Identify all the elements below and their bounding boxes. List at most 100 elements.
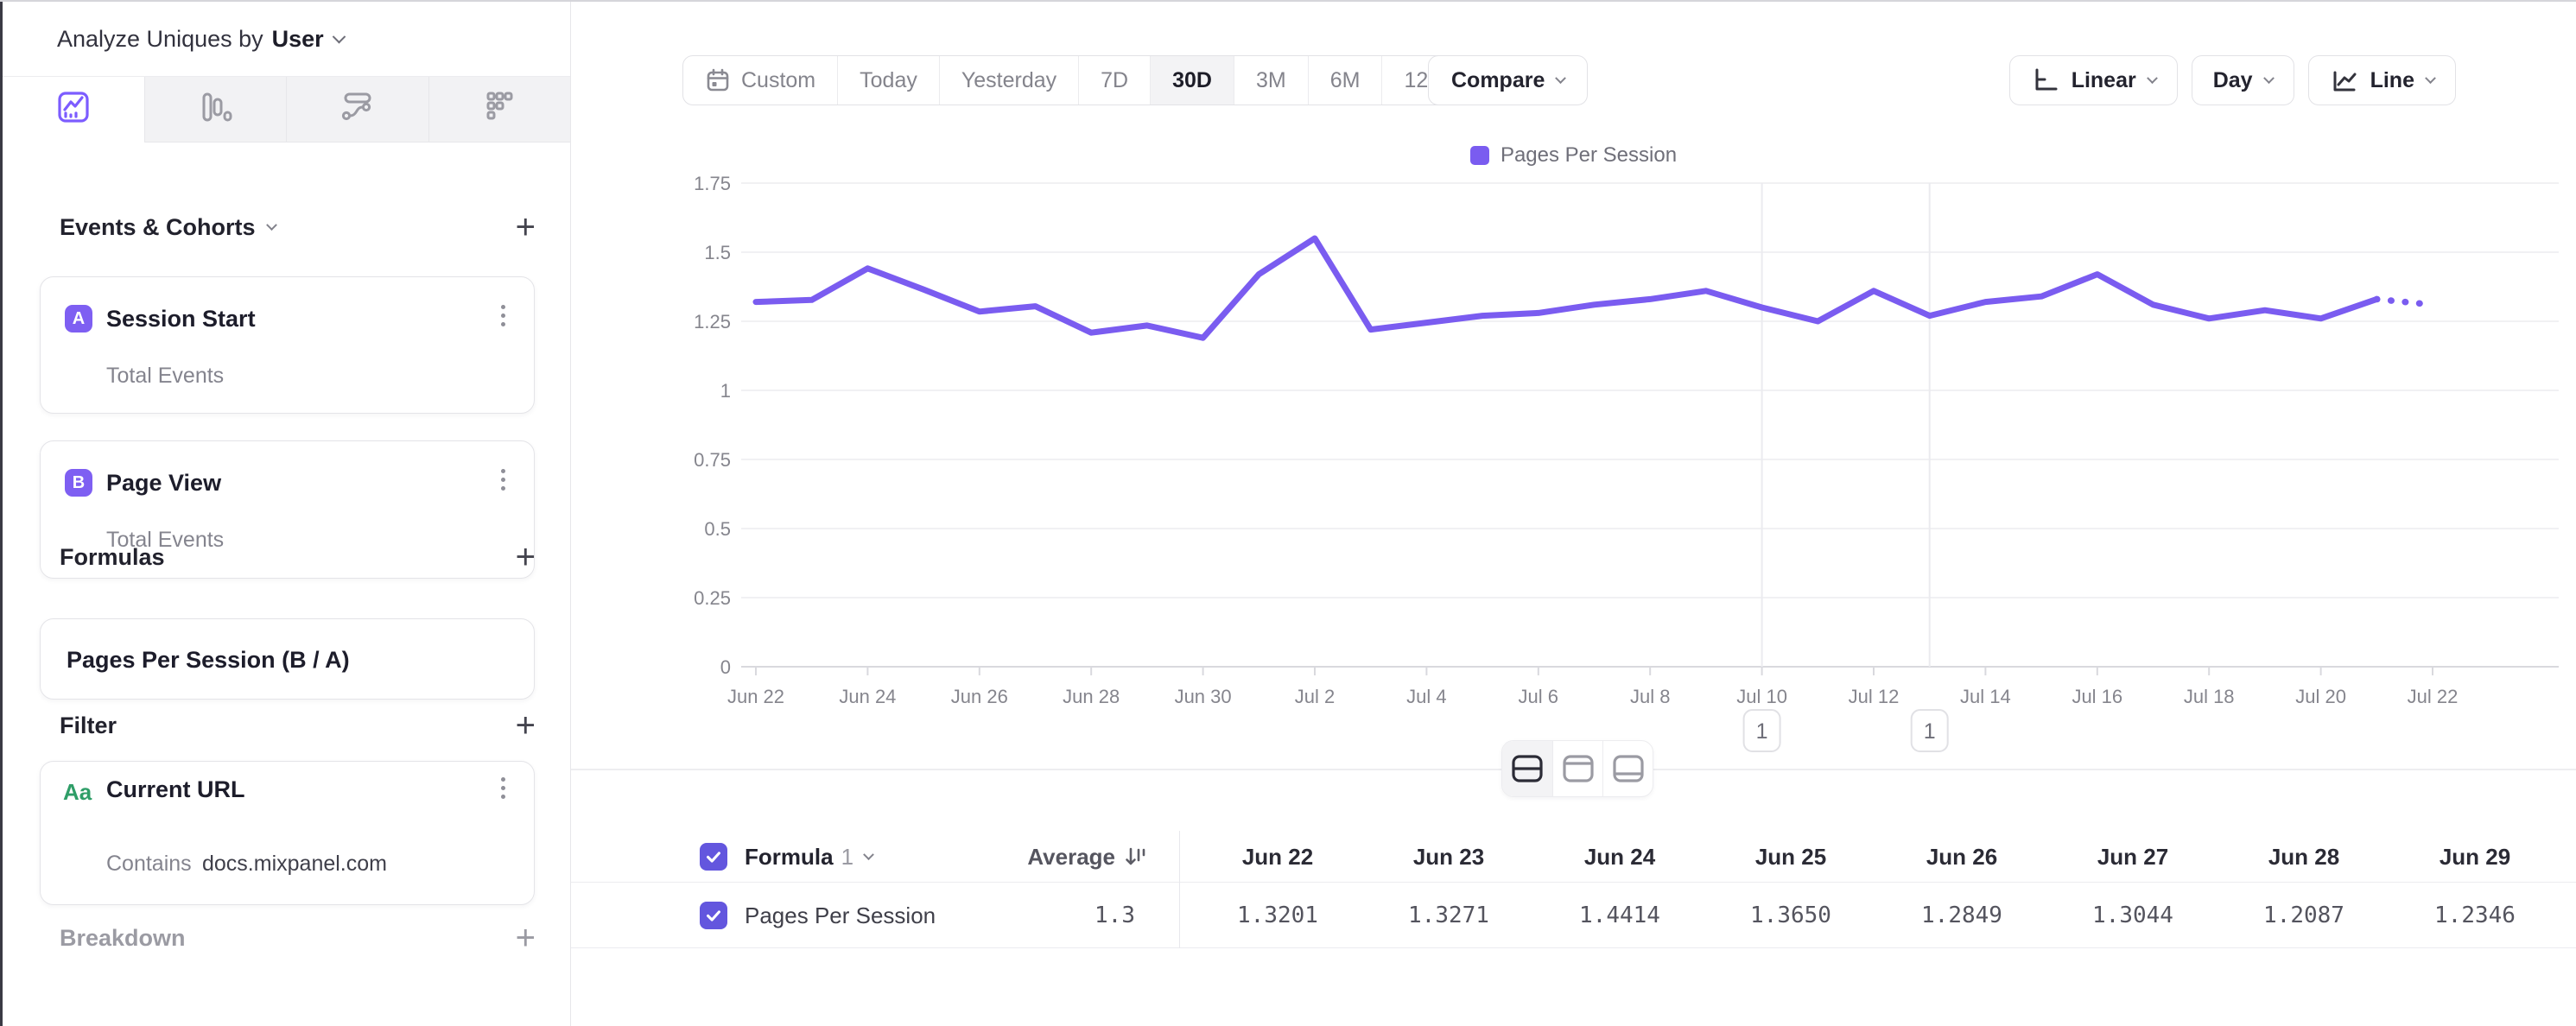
svg-text:Jul 4: Jul 4 — [1406, 686, 1446, 707]
query-sidebar: Analyze Uniques by User Events & Cohorts — [3, 2, 571, 1026]
kebab-menu-icon[interactable] — [494, 469, 511, 498]
report-type-tabs — [3, 77, 570, 142]
row-values: 1.3201 1.3271 1.4414 1.3650 1.2849 1.304… — [1192, 883, 2560, 948]
analyze-label: Analyze Uniques by — [57, 26, 263, 53]
tab-flows[interactable] — [286, 77, 428, 142]
chart-legend: Pages Per Session — [571, 143, 2576, 168]
toggle-table-only[interactable] — [1602, 741, 1653, 796]
svg-text:Jul 18: Jul 18 — [2184, 686, 2235, 707]
svg-text:Jun 26: Jun 26 — [951, 686, 1008, 707]
chevron-down-icon — [1556, 73, 1567, 84]
add-filter-button[interactable]: + — [516, 708, 536, 743]
svg-text:Jun 30: Jun 30 — [1175, 686, 1232, 707]
retention-grid-icon — [479, 87, 519, 131]
formula-column-header[interactable]: Formula 1 — [745, 831, 872, 883]
event-measure[interactable]: Total Events — [106, 364, 224, 389]
kebab-menu-icon[interactable] — [494, 305, 511, 334]
svg-text:0.25: 0.25 — [694, 587, 731, 609]
chart-only-icon — [1561, 753, 1596, 784]
column-header[interactable]: Jun 27 — [2047, 831, 2218, 883]
event-name[interactable]: Session Start — [106, 306, 256, 332]
chevron-down-icon — [863, 849, 874, 860]
column-header[interactable]: Jun 26 — [1876, 831, 2047, 883]
chevron-down-icon — [2263, 73, 2275, 84]
svg-text:1: 1 — [720, 380, 731, 402]
tab-funnels[interactable] — [144, 77, 287, 142]
date-column-headers: Jun 22 Jun 23 Jun 24 Jun 25 Jun 26 Jun 2… — [1192, 831, 2560, 883]
cell-value: 1.2346 — [2389, 883, 2560, 948]
svg-text:Jul 2: Jul 2 — [1295, 686, 1335, 707]
analyze-uniques-header: Analyze Uniques by User — [3, 2, 570, 77]
average-column-header[interactable]: Average — [917, 831, 1150, 883]
cell-value: 1.3650 — [1705, 883, 1876, 948]
sort-icon — [1124, 844, 1150, 870]
formula-expression[interactable]: Pages Per Session (B / A) — [67, 647, 350, 674]
tab-retention[interactable] — [428, 77, 571, 142]
date-range-group: Custom Today Yesterday 7D 30D 3M 6M 12M — [682, 55, 1469, 105]
cell-value: 1.2849 — [1876, 883, 2047, 948]
events-section-title: Events & Cohorts — [60, 214, 256, 241]
compare-button[interactable]: Compare — [1428, 55, 1588, 105]
column-header[interactable]: Jun 22 — [1192, 831, 1363, 883]
filter-value[interactable]: docs.mixpanel.com — [202, 852, 387, 877]
formula-card[interactable]: Pages Per Session (B / A) — [40, 618, 535, 700]
table-only-icon — [1611, 753, 1646, 784]
range-7d[interactable]: 7D — [1078, 56, 1150, 104]
column-header[interactable]: Jun 23 — [1363, 831, 1534, 883]
event-name[interactable]: Page View — [106, 470, 221, 497]
table-row: Pages Per Session 1.3 1.3201 1.3271 1.44… — [571, 883, 2576, 948]
range-6m[interactable]: 6M — [1308, 56, 1382, 104]
filter-card-current-url[interactable]: Aa Current URL Contains docs.mixpanel.co… — [40, 761, 535, 905]
series-name[interactable]: Pages Per Session — [745, 883, 936, 948]
filter-operator[interactable]: Contains — [106, 852, 192, 877]
bar-chart-icon — [195, 87, 235, 131]
flows-icon — [338, 87, 378, 131]
add-formula-button[interactable]: + — [516, 540, 536, 574]
line-chart-icon — [2330, 66, 2359, 95]
events-section-header: Events & Cohorts + — [3, 203, 570, 251]
breakdown-section-title: Breakdown — [60, 925, 186, 952]
svg-text:Jul 8: Jul 8 — [1630, 686, 1670, 707]
svg-text:1.25: 1.25 — [694, 311, 731, 332]
svg-text:1.5: 1.5 — [704, 242, 731, 263]
svg-text:Jul 16: Jul 16 — [2072, 686, 2122, 707]
kebab-menu-icon[interactable] — [494, 777, 511, 807]
tab-insights[interactable] — [3, 77, 144, 142]
range-today[interactable]: Today — [837, 56, 939, 104]
column-header[interactable]: Jun 28 — [2218, 831, 2389, 883]
range-custom[interactable]: Custom — [683, 56, 837, 104]
toggle-split-view[interactable] — [1502, 741, 1552, 796]
chart-type-dropdown[interactable]: Line — [2308, 55, 2456, 105]
chevron-down-icon[interactable] — [332, 29, 346, 43]
table-vertical-divider — [1179, 831, 1180, 948]
column-header[interactable]: Jun 24 — [1534, 831, 1705, 883]
layout-toggle-group — [1501, 740, 1653, 797]
analyze-value-dropdown[interactable]: User — [272, 26, 324, 53]
cell-value: 1.3271 — [1363, 883, 1534, 948]
check-icon — [704, 847, 723, 866]
line-chart-icon — [54, 87, 93, 131]
svg-text:Jun 24: Jun 24 — [839, 686, 896, 707]
svg-text:0: 0 — [720, 656, 731, 678]
column-header[interactable]: Jun 29 — [2389, 831, 2560, 883]
linear-axis-icon — [2031, 66, 2060, 95]
filter-property[interactable]: Current URL — [106, 776, 245, 803]
interval-dropdown[interactable]: Day — [2192, 55, 2294, 105]
calendar-icon — [705, 67, 731, 93]
svg-text:1.75: 1.75 — [694, 173, 731, 194]
chevron-down-icon[interactable] — [266, 219, 277, 231]
add-event-button[interactable]: + — [516, 210, 536, 244]
toggle-chart-only[interactable] — [1552, 741, 1602, 796]
column-header[interactable]: Jun 25 — [1705, 831, 1876, 883]
range-yesterday[interactable]: Yesterday — [939, 56, 1078, 104]
select-all-checkbox[interactable] — [700, 843, 727, 871]
scale-dropdown[interactable]: Linear — [2009, 55, 2178, 105]
range-30d[interactable]: 30D — [1150, 56, 1234, 104]
row-checkbox[interactable] — [700, 902, 727, 929]
svg-text:1: 1 — [1756, 719, 1768, 744]
svg-text:Jul 14: Jul 14 — [1960, 686, 2011, 707]
event-card-session-start[interactable]: A Session Start Total Events — [40, 276, 535, 414]
formulas-section-header: Formulas + — [3, 533, 570, 581]
range-3m[interactable]: 3M — [1234, 56, 1308, 104]
add-breakdown-button[interactable]: + — [516, 921, 536, 955]
